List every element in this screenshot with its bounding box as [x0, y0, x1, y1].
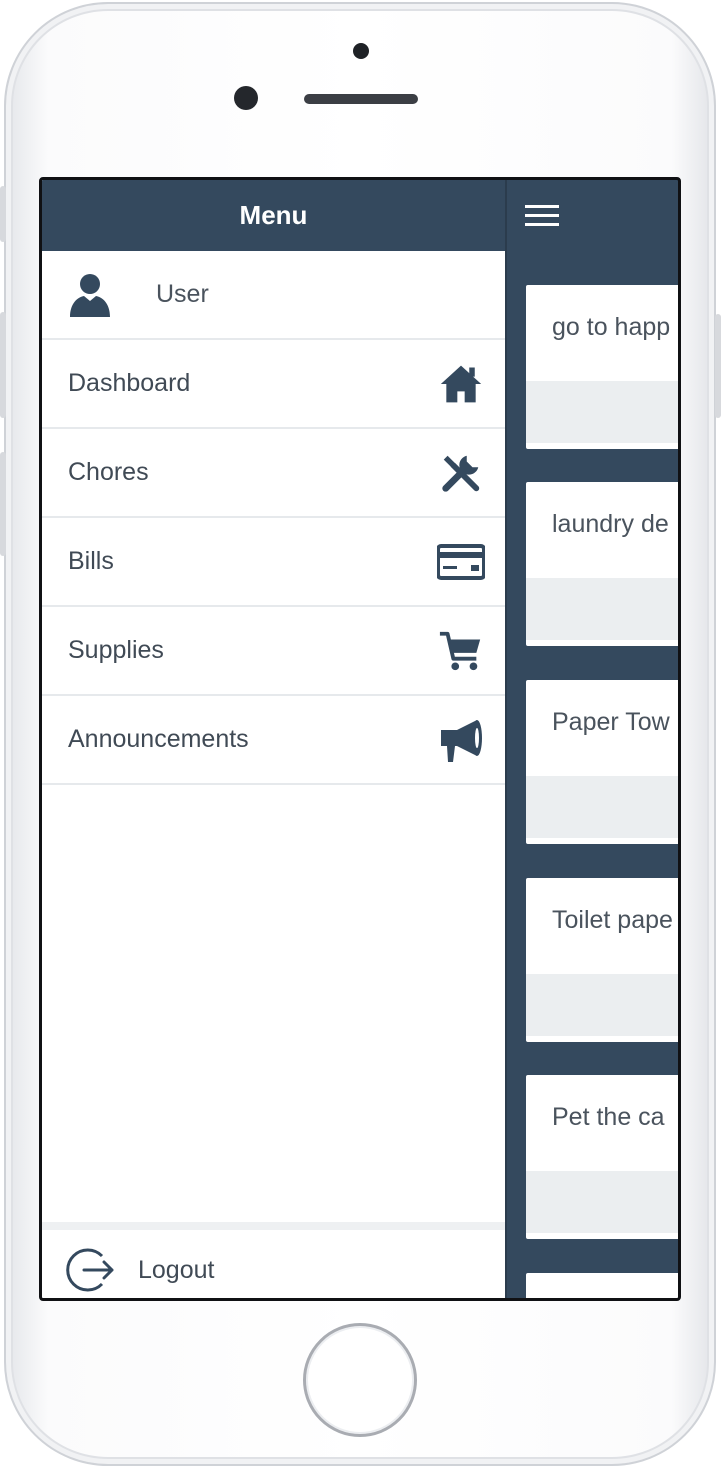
card-text: go to happ	[552, 313, 671, 341]
card-text: Paper Tow	[552, 708, 670, 736]
logout-separator	[42, 1222, 505, 1230]
card-text: Pet the ca	[552, 1103, 665, 1131]
phone-screen: Menu User Dashboard Chores Bills Supplie…	[39, 177, 681, 1301]
main-content: go to happ laundry de Paper Tow Toilet p…	[509, 180, 678, 1298]
card-footer	[526, 381, 678, 443]
home-icon	[437, 360, 485, 408]
tools-icon	[437, 449, 485, 497]
list-card[interactable]: Pet the ca	[526, 1075, 678, 1239]
list-card[interactable]	[526, 1273, 678, 1298]
logout-label: Logout	[138, 1255, 215, 1284]
logout-icon	[66, 1248, 114, 1292]
top-bar	[509, 180, 678, 251]
card-footer	[526, 974, 678, 1036]
menu-item-supplies[interactable]: Supplies	[42, 607, 505, 696]
home-button[interactable]	[303, 1323, 417, 1437]
logout-button[interactable]: Logout	[42, 1230, 505, 1298]
menu-item-label: Dashboard	[68, 369, 191, 397]
menu-item-chores[interactable]: Chores	[42, 429, 505, 518]
menu-item-label: User	[156, 280, 209, 308]
card-footer	[526, 776, 678, 838]
menu-title: Menu	[239, 200, 308, 230]
list-card[interactable]: laundry de	[526, 482, 678, 646]
menu-item-label: Supplies	[68, 636, 164, 664]
megaphone-icon	[437, 716, 485, 764]
card-footer	[526, 1171, 678, 1233]
list-card[interactable]: Toilet pape	[526, 878, 678, 1042]
earpiece-speaker	[304, 94, 418, 104]
front-camera	[234, 86, 258, 110]
menu-item-announcements[interactable]: Announcements	[42, 696, 505, 785]
menu-item-user[interactable]: User	[42, 251, 505, 340]
card-text: Toilet pape	[552, 906, 673, 934]
menu-item-label: Chores	[68, 458, 149, 486]
list-card[interactable]: go to happ	[526, 285, 678, 449]
side-menu: Menu User Dashboard Chores Bills Supplie…	[42, 180, 507, 1298]
volume-up-button	[0, 312, 6, 418]
user-icon	[70, 273, 110, 317]
shopping-cart-icon	[437, 627, 485, 675]
mute-switch	[0, 186, 6, 242]
menu-header: Menu	[42, 180, 505, 251]
volume-down-button	[0, 452, 6, 556]
credit-card-icon	[437, 538, 485, 586]
menu-item-dashboard[interactable]: Dashboard	[42, 340, 505, 429]
power-button	[715, 314, 721, 418]
card-footer	[526, 578, 678, 640]
hamburger-icon[interactable]	[523, 201, 561, 231]
list-card[interactable]: Paper Tow	[526, 680, 678, 844]
menu-item-label: Announcements	[68, 725, 249, 753]
proximity-sensor	[353, 43, 369, 59]
card-text: laundry de	[552, 510, 669, 538]
menu-item-label: Bills	[68, 547, 114, 575]
menu-item-bills[interactable]: Bills	[42, 518, 505, 607]
